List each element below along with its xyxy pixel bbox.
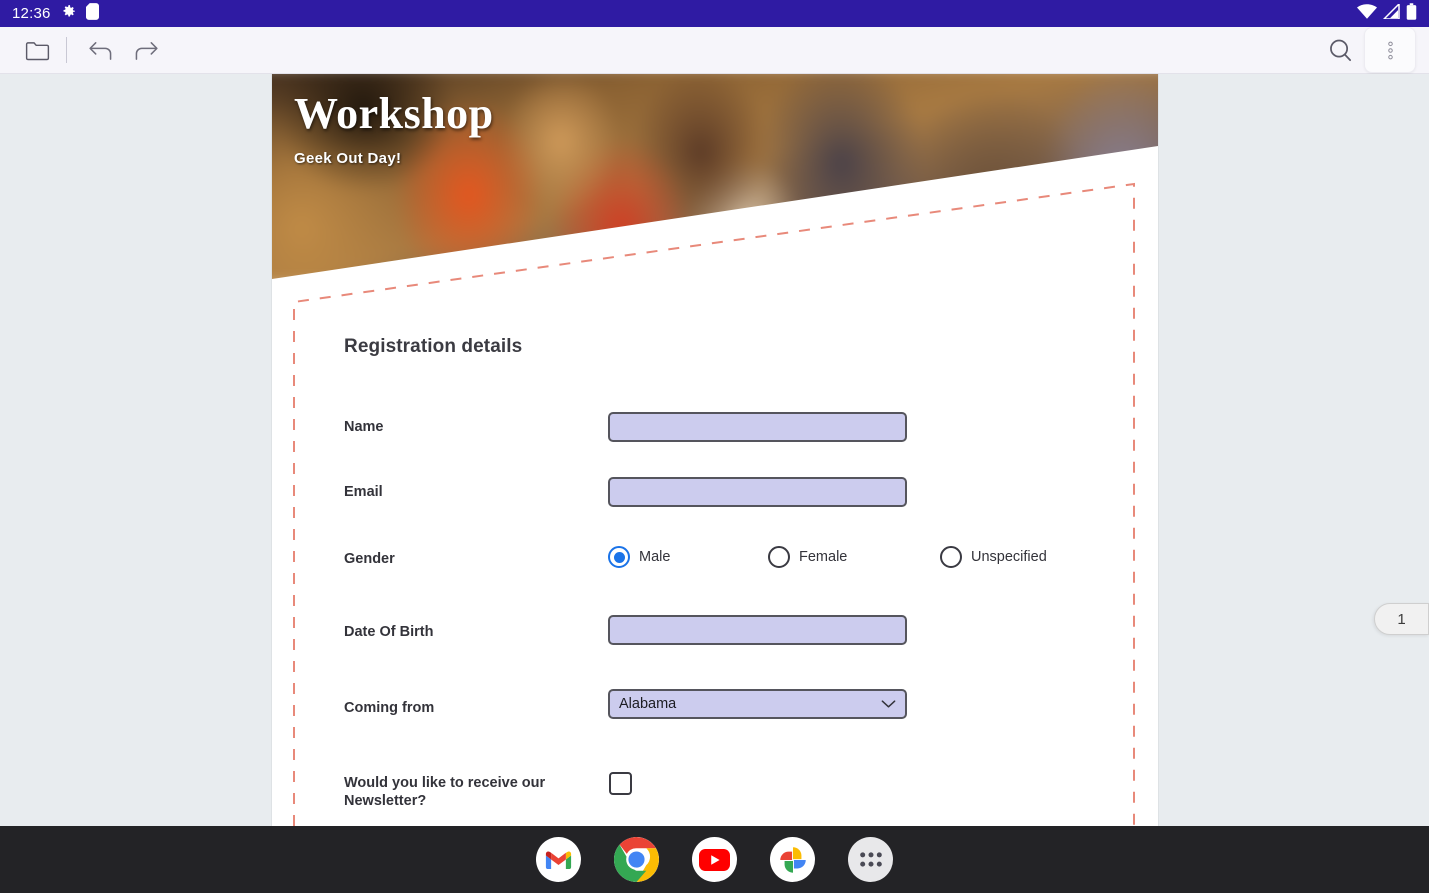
page-number-indicator: 1 [1374, 603, 1429, 635]
document-canvas[interactable]: Workshop Geek Out Day! Registration deta… [0, 74, 1429, 826]
toolbar-right-group [1317, 28, 1415, 72]
status-bar-left: 12:36 [12, 2, 99, 25]
radio-option-male[interactable]: Male [608, 546, 670, 568]
radio-male-icon[interactable] [608, 546, 630, 568]
radio-male-label: Male [639, 549, 671, 565]
battery-icon [1406, 2, 1417, 25]
label-gender: Gender [344, 551, 395, 567]
email-input[interactable] [608, 477, 907, 507]
radio-unspecified-label: Unspecified [971, 549, 1047, 565]
radio-female-icon[interactable] [768, 546, 790, 568]
search-icon[interactable] [1317, 30, 1363, 70]
sd-card-icon [85, 2, 99, 25]
redo-icon[interactable] [123, 30, 169, 70]
radio-unspecified-icon[interactable] [940, 546, 962, 568]
app-toolbar [0, 27, 1429, 74]
registration-form: Registration details Name Email Gender M… [272, 74, 1158, 826]
form-heading: Registration details [344, 336, 523, 357]
cell-signal-icon [1382, 1, 1400, 24]
overflow-menu-icon[interactable] [1365, 28, 1415, 72]
coming-from-select[interactable]: Alabama [608, 689, 907, 719]
app-dock [0, 826, 1429, 893]
dock-icon-google-photos[interactable] [770, 837, 815, 882]
label-email: Email [344, 484, 383, 500]
label-date-of-birth: Date Of Birth [344, 624, 434, 640]
dock-icon-chrome[interactable] [614, 837, 659, 882]
coming-from-value: Alabama [619, 696, 677, 712]
radio-option-unspecified[interactable]: Unspecified [940, 546, 1047, 568]
label-newsletter: Would you like to receive our Newsletter… [344, 775, 546, 809]
settings-gear-icon [60, 3, 77, 25]
name-input[interactable] [608, 412, 907, 442]
radio-option-female[interactable]: Female [768, 546, 847, 568]
radio-female-label: Female [799, 549, 848, 565]
dock-icon-youtube[interactable] [692, 837, 737, 882]
dock-icon-gmail[interactable] [536, 837, 581, 882]
label-coming-from: Coming from [344, 700, 435, 716]
undo-icon[interactable] [77, 30, 123, 70]
wifi-icon [1357, 3, 1377, 24]
newsletter-checkbox[interactable] [609, 772, 632, 795]
status-bar: 12:36 [0, 0, 1429, 27]
status-bar-right [1357, 1, 1417, 25]
folder-icon[interactable] [14, 30, 60, 70]
label-name: Name [344, 419, 384, 435]
toolbar-divider [66, 37, 67, 63]
date-of-birth-input[interactable] [608, 615, 907, 645]
document-page[interactable]: Workshop Geek Out Day! Registration deta… [272, 74, 1158, 826]
dock-icon-app-drawer[interactable] [848, 837, 893, 882]
status-clock: 12:36 [12, 5, 51, 22]
chevron-down-icon [881, 699, 896, 709]
